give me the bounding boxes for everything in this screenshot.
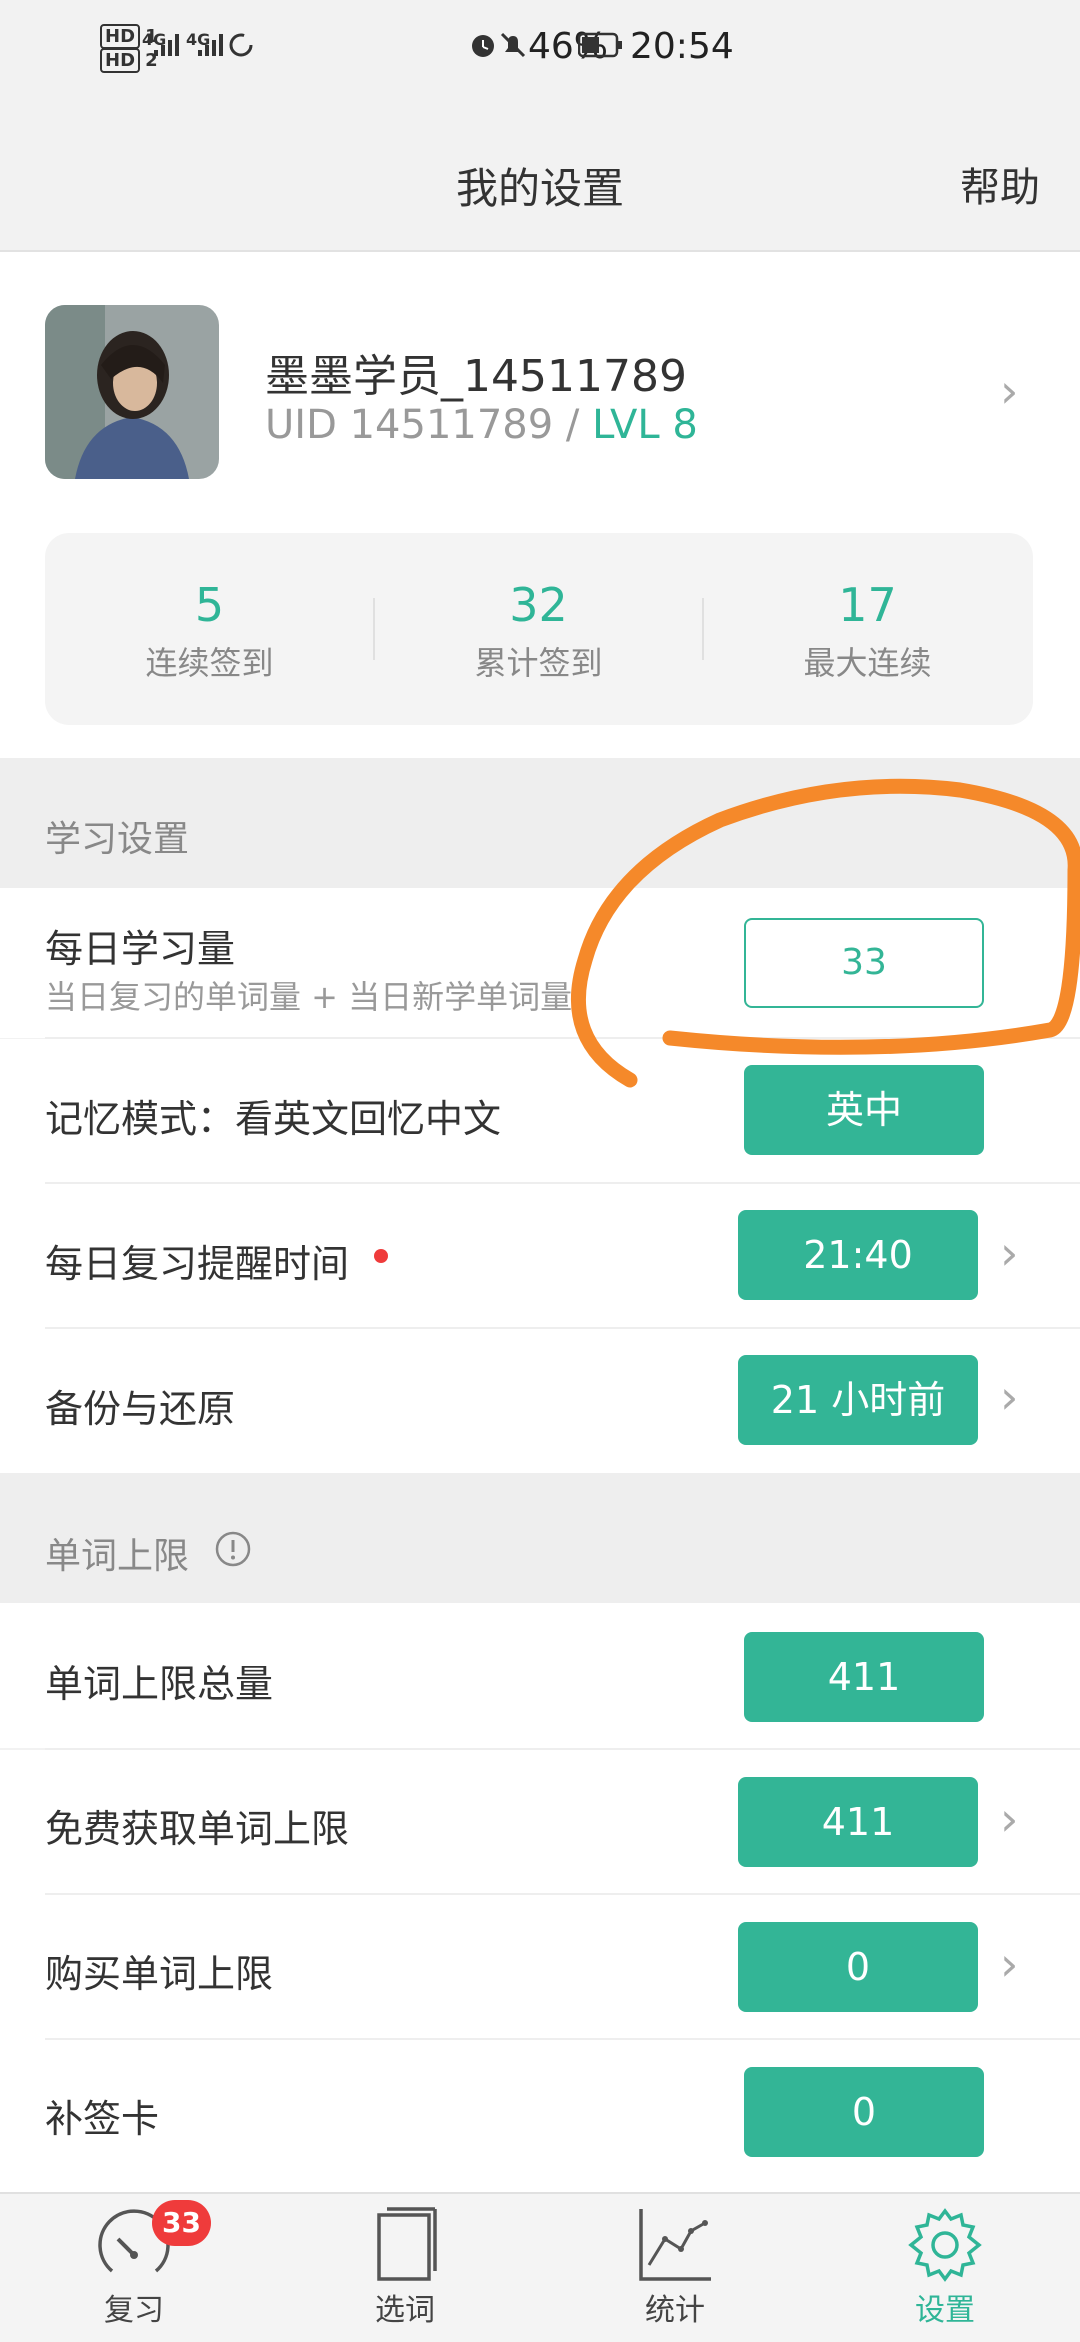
reminder-chevron-right-icon: › bbox=[1000, 1226, 1019, 1280]
signal1-icon bbox=[154, 34, 179, 56]
makeup-card-label: 补签卡 bbox=[45, 2097, 160, 2141]
alarm-icon bbox=[472, 35, 494, 57]
backup-status-button[interactable]: 21 小时前 bbox=[738, 1355, 978, 1445]
nav-review-label: 复习 bbox=[104, 2293, 164, 2328]
nav-select-words[interactable]: 选词 bbox=[305, 2205, 505, 2329]
mute-bell-icon bbox=[500, 32, 526, 58]
line-chart-icon bbox=[639, 2209, 711, 2281]
nav-settings[interactable]: 设置 bbox=[845, 2205, 1045, 2329]
stat-streak: 5 连续签到 bbox=[45, 578, 374, 684]
reminder-label: 每日复习提醒时间 bbox=[45, 1242, 350, 1286]
stat-streak-label: 连续签到 bbox=[145, 644, 274, 682]
stat-max-label: 最大连续 bbox=[803, 644, 932, 682]
stat-max: 17 最大连续 bbox=[703, 578, 1032, 684]
daily-amount-label: 每日学习量 bbox=[45, 927, 236, 971]
level-text: LVL 8 bbox=[592, 402, 698, 448]
reminder-time-button[interactable]: 21:40 bbox=[738, 1210, 978, 1300]
battery-icon bbox=[578, 32, 622, 58]
uid-line: UID 14511789 / LVL 8 bbox=[265, 402, 698, 448]
free-limit-chevron-right-icon: › bbox=[1000, 1792, 1019, 1846]
stat-total: 32 累计签到 bbox=[374, 578, 703, 684]
clock: 20:54 bbox=[630, 26, 734, 67]
buy-limit-label: 购买单词上限 bbox=[45, 1952, 274, 1996]
memory-mode-button[interactable]: 英中 bbox=[744, 1065, 984, 1155]
daily-amount-description: 当日复习的单词量 + 当日新学单词量 bbox=[45, 978, 573, 1016]
loading-circle-icon bbox=[229, 33, 253, 57]
limit-total-label: 单词上限总量 bbox=[45, 1662, 274, 1706]
nav-settings-label: 设置 bbox=[915, 2293, 975, 2328]
page-title: 我的设置 bbox=[455, 164, 624, 213]
hd2-icon: HD bbox=[100, 48, 141, 73]
nav-select-words-label: 选词 bbox=[375, 2293, 435, 2328]
avatar-photo bbox=[45, 305, 219, 479]
free-limit-button[interactable]: 411 bbox=[738, 1777, 978, 1867]
book-icon bbox=[377, 2207, 437, 2281]
free-limit-label: 免费获取单词上限 bbox=[45, 1807, 350, 1851]
nav-statistics[interactable]: 统计 bbox=[575, 2205, 775, 2329]
memory-mode-label: 记忆模式：看英文回忆中文 bbox=[45, 1097, 502, 1141]
uid-text: UID 14511789 / bbox=[265, 402, 593, 448]
gear-icon bbox=[908, 2208, 982, 2282]
buy-limit-button[interactable]: 0 bbox=[738, 1922, 978, 2012]
avatar[interactable] bbox=[45, 305, 219, 479]
username: 墨墨学员_14511789 bbox=[265, 351, 687, 402]
buy-limit-chevron-right-icon: › bbox=[1000, 1937, 1019, 1991]
help-button[interactable]: 帮助 bbox=[960, 155, 1040, 213]
daily-amount-input[interactable]: 33 bbox=[744, 918, 984, 1008]
backup-label: 备份与还原 bbox=[45, 1387, 236, 1431]
stat-total-value: 32 bbox=[509, 578, 568, 632]
stat-max-value: 17 bbox=[838, 578, 897, 632]
stat-streak-value: 5 bbox=[194, 578, 225, 632]
makeup-card-button[interactable]: 0 bbox=[744, 2067, 984, 2157]
signal2-icon bbox=[198, 34, 223, 56]
sim2-indicator: HD 2 bbox=[100, 48, 158, 73]
study-section-title: 学习设置 bbox=[45, 819, 190, 860]
profile-chevron-right-icon: › bbox=[1000, 364, 1019, 418]
stat-total-label: 累计签到 bbox=[474, 644, 603, 682]
review-count-badge: 33 bbox=[152, 2200, 211, 2246]
info-icon[interactable] bbox=[214, 1530, 252, 1568]
backup-chevron-right-icon: › bbox=[1000, 1370, 1019, 1424]
hd1-icon: HD bbox=[100, 24, 141, 49]
limit-section-title: 单词上限 bbox=[45, 1536, 190, 1577]
limit-total-value: 411 bbox=[744, 1632, 984, 1722]
nav-statistics-label: 统计 bbox=[645, 2293, 705, 2328]
new-indicator-dot bbox=[374, 1249, 388, 1263]
